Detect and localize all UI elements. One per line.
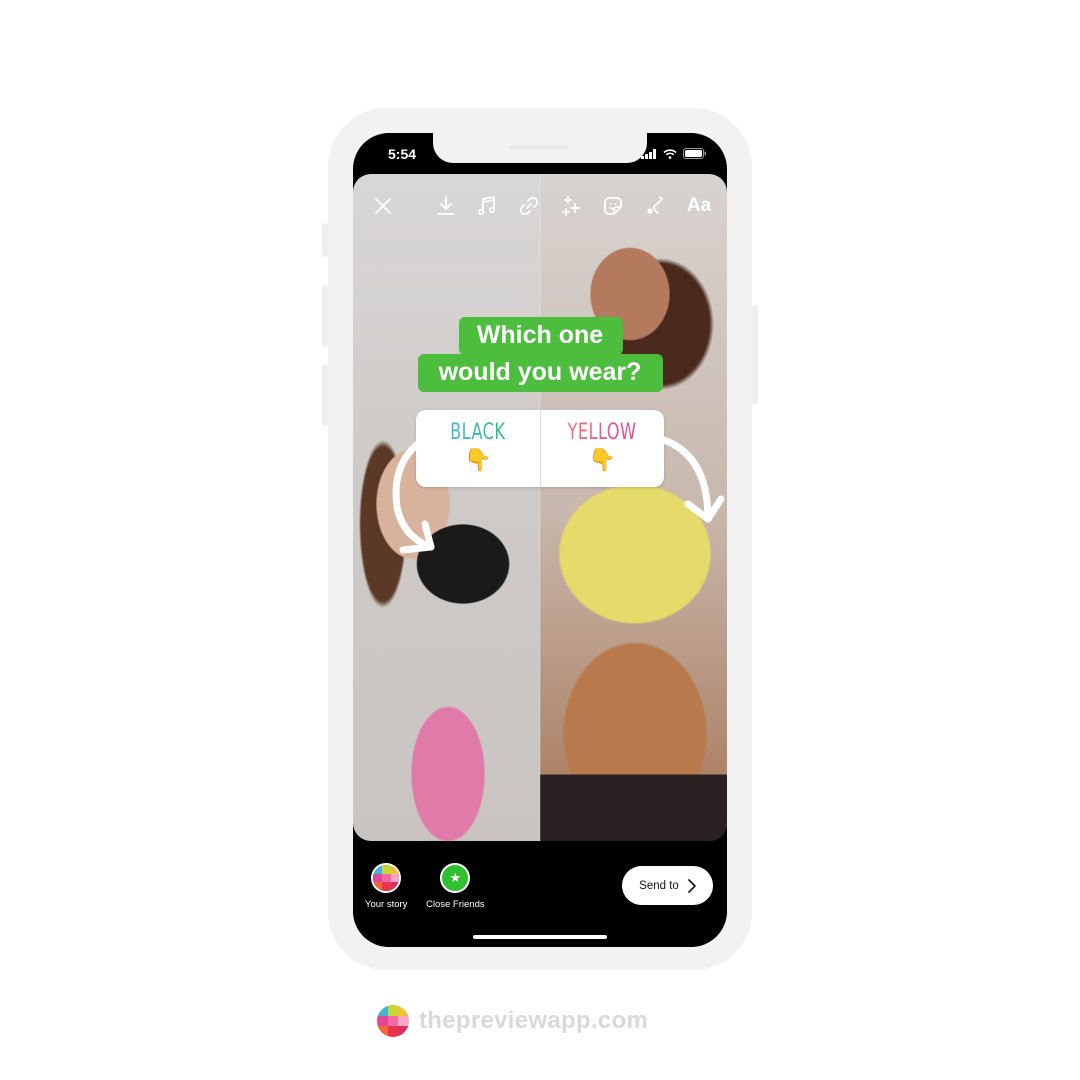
- poll-sticker[interactable]: BLACK 👇 YELLOW 👇: [416, 410, 664, 487]
- brand-logo-icon: [377, 1005, 409, 1037]
- logo-grid-cell: [377, 1026, 388, 1037]
- draw-button[interactable]: [641, 192, 669, 220]
- poll-option-label: BLACK: [450, 420, 506, 445]
- music-icon: [477, 196, 496, 216]
- your-story-label: Your story: [365, 899, 408, 910]
- photo-black-outfit: [353, 174, 540, 841]
- download-button[interactable]: [432, 192, 460, 220]
- your-story-button[interactable]: Your story: [365, 863, 407, 910]
- send-to-button[interactable]: Send to: [622, 866, 713, 905]
- draw-icon: [647, 196, 664, 214]
- sticker-button[interactable]: [599, 192, 627, 220]
- link-icon: [519, 196, 539, 216]
- logo-grid-cell: [387, 1026, 399, 1037]
- signal-icon: [641, 148, 656, 159]
- status-time: 5:54: [388, 146, 417, 162]
- phone-mute-switch: [322, 223, 328, 257]
- sticker-icon: [604, 197, 622, 215]
- effects-icon: [562, 196, 580, 216]
- poll-option-yellow[interactable]: YELLOW 👇: [539, 410, 665, 487]
- home-indicator[interactable]: [473, 935, 607, 939]
- text-icon: Aa: [686, 195, 712, 216]
- brand-footer: thepreviewapp.com: [377, 1005, 648, 1037]
- chevron-right-icon: [688, 878, 696, 893]
- curved-arrow-right-icon: [657, 435, 725, 523]
- curved-arrow-left-icon: [392, 436, 435, 554]
- phone-power-button: [752, 305, 758, 405]
- close-friends-button[interactable]: ★ Close Friends: [426, 863, 485, 910]
- music-button[interactable]: [473, 192, 501, 220]
- battery-icon: [683, 148, 706, 159]
- photo-divider: [539, 174, 541, 841]
- close-button[interactable]: [369, 192, 397, 220]
- logo-grid-cell: [381, 865, 391, 874]
- notch: [433, 133, 647, 163]
- question-line2[interactable]: would you wear?: [353, 358, 727, 387]
- logo-grid-cell: [387, 1015, 399, 1027]
- close-friends-label: Close Friends: [426, 899, 485, 910]
- logo-grid-cell: [398, 1005, 409, 1016]
- logo-grid-cell: [398, 1026, 409, 1037]
- logo-grid-cell: [377, 1005, 388, 1016]
- logo-grid-cell: [377, 1015, 388, 1027]
- logo-grid-cell: [390, 865, 400, 874]
- send-to-label: Send to: [639, 879, 679, 892]
- link-button[interactable]: [515, 192, 543, 220]
- logo-grid-cell: [390, 882, 400, 891]
- question-line1[interactable]: Which one: [353, 321, 727, 350]
- text-button[interactable]: Aa: [682, 192, 716, 220]
- share-bar: Your story ★ Close Friends Send to: [353, 841, 727, 947]
- logo-grid-cell: [381, 882, 391, 891]
- effects-button[interactable]: [557, 192, 585, 220]
- story-toolbar: Aa: [353, 192, 727, 222]
- download-icon: [437, 196, 455, 215]
- poll-option-label: YELLOW: [567, 420, 637, 445]
- wifi-icon: [663, 148, 677, 159]
- phone-screen: 5:54 Aa Which one would you wear? BLACK …: [353, 133, 727, 947]
- story-photo[interactable]: Aa Which one would you wear? BLACK 👇 YEL…: [353, 174, 727, 841]
- brand-url: thepreviewapp.com: [419, 1007, 649, 1034]
- logo-grid-cell: [373, 873, 382, 883]
- close-icon: [375, 198, 391, 214]
- logo-grid-cell: [381, 873, 391, 883]
- status-icons: [641, 148, 707, 159]
- your-story-avatar: [371, 863, 402, 893]
- phone-volume-down: [322, 364, 328, 426]
- logo-grid-cell: [390, 873, 400, 883]
- pointing-down-icon: 👇: [588, 447, 616, 472]
- logo-grid-cell: [373, 865, 382, 874]
- logo-grid-cell: [398, 1015, 409, 1027]
- close-friends-star-icon: ★: [440, 863, 471, 893]
- logo-grid-cell: [373, 882, 382, 891]
- pointing-down-icon: 👇: [464, 447, 492, 472]
- logo-grid-cell: [387, 1005, 399, 1016]
- phone-volume-up: [322, 285, 328, 347]
